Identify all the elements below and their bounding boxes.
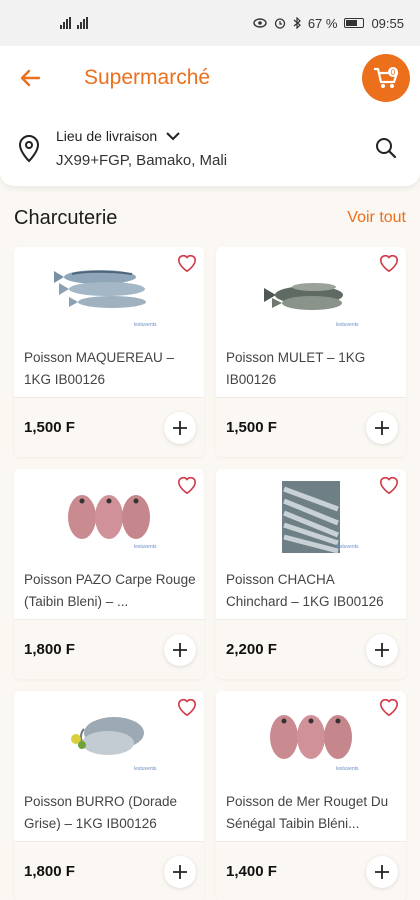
see-all-link[interactable]: Voir tout [347,209,406,227]
arrow-left-icon [20,69,41,87]
search-button[interactable] [368,130,404,166]
clock: 09:55 [371,15,404,31]
status-bar: 67 % 09:55 [0,0,420,46]
delivery-address-bar[interactable]: Lieu de livraison JX99+FGP, Bamako, Mali [0,110,420,186]
product-card[interactable]: lestuvents Poisson MULET – 1KG IB00126 1… [216,247,406,457]
plus-icon [375,642,389,657]
plus-icon [173,642,187,657]
product-price: 2,200 F [226,641,277,658]
product-card-top: lestuvents Poisson PAZO Carpe Rouge (Tai… [14,469,204,619]
plus-icon [375,864,389,879]
location-pin-icon [18,135,40,163]
product-price: 1,400 F [226,863,277,880]
product-card[interactable]: lestuvents Poisson PAZO Carpe Rouge (Tai… [14,469,204,679]
product-card-footer: 1,500 F [216,397,406,457]
product-name: Poisson MAQUEREAU – 1KG IB00126 [24,350,175,387]
heart-icon[interactable] [378,253,400,273]
signal-icon [77,17,88,29]
battery-percent: 67 % [307,15,338,31]
product-card[interactable]: lestuvents Poisson de Mer Rouget Du Séné… [216,691,406,900]
product-card-top: lestuvents Poisson CHACHA Chinchard – 1K… [216,469,406,619]
plus-icon [173,420,187,435]
product-card-top: lestuvents Poisson MULET – 1KG IB00126 [216,247,406,397]
product-name: Poisson CHACHA Chinchard – 1KG IB00126 [226,572,384,609]
product-name: Poisson BURRO (Dorade Grise) – 1KG IB001… [24,794,178,831]
plus-icon [173,864,187,879]
product-price: 1,800 F [24,641,75,658]
heart-icon[interactable] [176,475,198,495]
eye-icon [253,18,267,28]
product-card-footer: 2,200 F [216,619,406,679]
address-label: Lieu de livraison [56,127,158,144]
back-button[interactable] [18,63,48,93]
product-price: 1,800 F [24,863,75,880]
product-card-footer: 1,800 F [14,841,204,900]
product-name: Poisson PAZO Carpe Rouge (Taibin Bleni) … [24,572,196,609]
brand-watermark: lestuvents [134,322,157,328]
status-right: 67 % 09:55 [253,16,404,31]
product-name: Poisson de Mer Rouget Du Sénégal Taibin … [226,794,389,831]
product-card[interactable]: lestuvents Poisson CHACHA Chinchard – 1K… [216,469,406,679]
product-image [270,715,352,759]
battery-icon [344,18,365,28]
address-label-row[interactable]: Lieu de livraison [56,128,368,144]
product-image [264,283,343,310]
product-card-footer: 1,500 F [14,397,204,457]
heart-icon[interactable] [378,697,400,717]
heart-icon[interactable] [176,697,198,717]
plus-icon [375,420,389,435]
alarm-icon [274,18,285,29]
address-text: Lieu de livraison JX99+FGP, Bamako, Mali [56,128,368,169]
product-price: 1,500 F [24,419,75,436]
brand-watermark: lestuvents [336,322,359,328]
brand-watermark: lestuvents [134,766,157,772]
bluetooth-icon [293,17,301,29]
product-card-top: lestuvents Poisson MAQUEREAU – 1KG IB001… [14,247,204,397]
network-indicators [60,17,88,29]
product-card-top: lestuvents Poisson BURRO (Dorade Grise) … [14,691,204,841]
section-header: Charcuterie Voir tout [0,206,420,230]
app-bar: Supermarché 0 [0,46,420,110]
product-name: Poisson MULET – 1KG IB00126 [226,350,366,387]
product-card-footer: 1,800 F [14,619,204,679]
search-icon [376,138,397,159]
chevron-down-icon [166,131,180,140]
product-card[interactable]: lestuvents Poisson MAQUEREAU – 1KG IB001… [14,247,204,457]
add-to-cart-button[interactable] [366,411,398,444]
add-to-cart-button[interactable] [366,855,398,888]
brand-watermark: lestuvents [134,544,157,550]
address-value: JX99+FGP, Bamako, Mali [56,151,228,169]
product-card-footer: 1,400 F [216,841,406,900]
heart-icon[interactable] [176,253,198,273]
section-title: Charcuterie [14,206,118,229]
product-image [282,481,340,554]
cart-icon: 0 [374,67,399,88]
product-price: 1,500 F [226,419,277,436]
add-to-cart-button[interactable] [164,411,196,444]
svg-text:0: 0 [391,68,396,77]
brand-watermark: lestuvents [336,766,359,772]
product-image [54,270,146,308]
add-to-cart-button[interactable] [164,633,196,666]
add-to-cart-button[interactable] [366,633,398,666]
product-image [68,495,150,539]
page-title: Supermarché [84,66,211,89]
cart-button[interactable]: 0 [362,54,410,102]
heart-icon[interactable] [378,475,400,495]
product-grid: lestuvents Poisson MAQUEREAU – 1KG IB001… [14,247,406,900]
product-card[interactable]: lestuvents Poisson BURRO (Dorade Grise) … [14,691,204,900]
add-to-cart-button[interactable] [164,855,196,888]
product-image [71,717,144,755]
brand-watermark: lestuvents [336,544,359,550]
signal-icon [60,17,71,29]
product-card-top: lestuvents Poisson de Mer Rouget Du Séné… [216,691,406,841]
